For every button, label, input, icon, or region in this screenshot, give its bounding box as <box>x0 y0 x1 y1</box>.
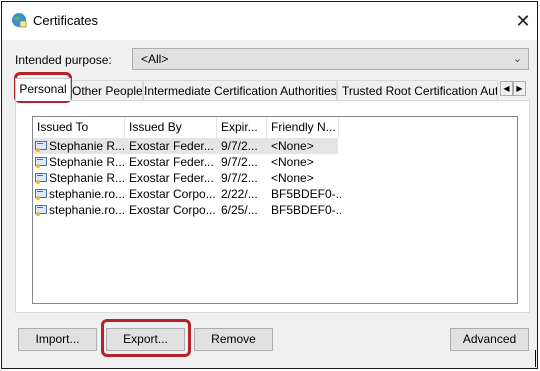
certificate-icon <box>35 140 47 152</box>
advanced-button[interactable]: Advanced <box>450 328 529 351</box>
certificate-icon <box>35 188 47 200</box>
cell-issued-to: Stephanie R... <box>35 138 125 154</box>
window-title: Certificates <box>33 13 99 28</box>
intended-purpose-value: <All> <box>141 52 169 66</box>
table-row[interactable]: Stephanie R... Exostar Feder... 9/7/2...… <box>33 138 338 154</box>
cell-friendly-name: <None> <box>271 171 314 185</box>
cell-issued-by: Exostar Feder... <box>129 139 214 153</box>
certificate-icon <box>35 172 47 184</box>
certificate-icon <box>35 204 47 216</box>
cell-expiration: 6/25/... <box>221 203 258 217</box>
column-issued-by[interactable]: Issued By <box>125 117 217 138</box>
intended-purpose-label: Intended purpose: <box>15 53 112 67</box>
tab-trusted-root-ca[interactable]: Trusted Root Certification Auth <box>337 80 498 100</box>
cell-issued-by: Exostar Feder... <box>129 155 214 169</box>
table-row[interactable]: Stephanie R... Exostar Feder... 9/7/2...… <box>33 170 517 186</box>
tab-label: Other People <box>72 84 143 98</box>
table-row[interactable]: stephanie.ro... Exostar Corpo... 2/22/..… <box>33 186 517 202</box>
export-button[interactable]: Export... <box>106 328 185 351</box>
cell-issued-to: Stephanie R... <box>35 170 125 186</box>
cell-expiration: 9/7/2... <box>221 155 258 169</box>
cell-issued-to: stephanie.ro... <box>35 202 125 218</box>
certificate-icon <box>35 156 47 168</box>
cell-friendly-name: BF5BDEF0-... <box>271 203 341 217</box>
chevron-down-icon: ⌄ <box>512 53 522 65</box>
tab-scroll-left-icon[interactable]: ◀ <box>500 81 513 96</box>
cell-issued-to: Stephanie R... <box>35 154 125 170</box>
tab-personal[interactable]: Personal <box>15 78 71 101</box>
cell-friendly-name: BF5BDEF0-... <box>271 187 341 201</box>
cell-expiration: 2/22/... <box>221 187 258 201</box>
cell-issued-by: Exostar Corpo... <box>129 187 216 201</box>
remove-button[interactable]: Remove <box>194 328 273 351</box>
table-row[interactable]: Stephanie R... Exostar Feder... 9/7/2...… <box>33 154 517 170</box>
title-bar: Certificates ✕ <box>2 2 537 40</box>
certificates-dialog: Certificates ✕ Intended purpose: <All> ⌄… <box>1 1 538 369</box>
close-icon[interactable]: ✕ <box>510 8 536 34</box>
tab-other-people[interactable]: Other People <box>71 80 143 100</box>
tab-intermediate-ca[interactable]: Intermediate Certification Authorities <box>143 80 337 100</box>
import-button[interactable]: Import... <box>18 328 97 351</box>
intended-purpose-select[interactable]: <All> ⌄ <box>132 48 529 70</box>
cell-expiration: 9/7/2... <box>221 139 258 153</box>
cell-friendly-name: <None> <box>271 139 314 153</box>
tab-panel-personal: Issued To Issued By Expir... Friendly N.… <box>15 100 530 313</box>
tab-label: Personal <box>19 82 67 96</box>
cell-expiration: 9/7/2... <box>221 171 258 185</box>
column-issued-to[interactable]: Issued To <box>33 117 125 138</box>
tab-label: Intermediate Certification Authorities <box>144 84 337 98</box>
certificate-globe-icon <box>12 13 27 28</box>
cell-friendly-name: <None> <box>271 155 314 169</box>
table-row[interactable]: stephanie.ro... Exostar Corpo... 6/25/..… <box>33 202 517 218</box>
cell-issued-to: stephanie.ro... <box>35 186 125 202</box>
cell-issued-by: Exostar Feder... <box>129 171 214 185</box>
certificate-list[interactable]: Issued To Issued By Expir... Friendly N.… <box>32 116 518 304</box>
cell-issued-by: Exostar Corpo... <box>129 203 216 217</box>
list-header: Issued To Issued By Expir... Friendly N.… <box>33 117 517 138</box>
column-friendly-name[interactable]: Friendly N... <box>267 117 339 138</box>
edge-mark <box>535 350 536 367</box>
tab-scroll-right-icon[interactable]: ▶ <box>513 81 526 96</box>
tab-label: Trusted Root Certification Auth <box>342 84 498 98</box>
column-expiration[interactable]: Expir... <box>217 117 267 138</box>
tab-strip: Personal Other People Intermediate Certi… <box>15 78 530 101</box>
